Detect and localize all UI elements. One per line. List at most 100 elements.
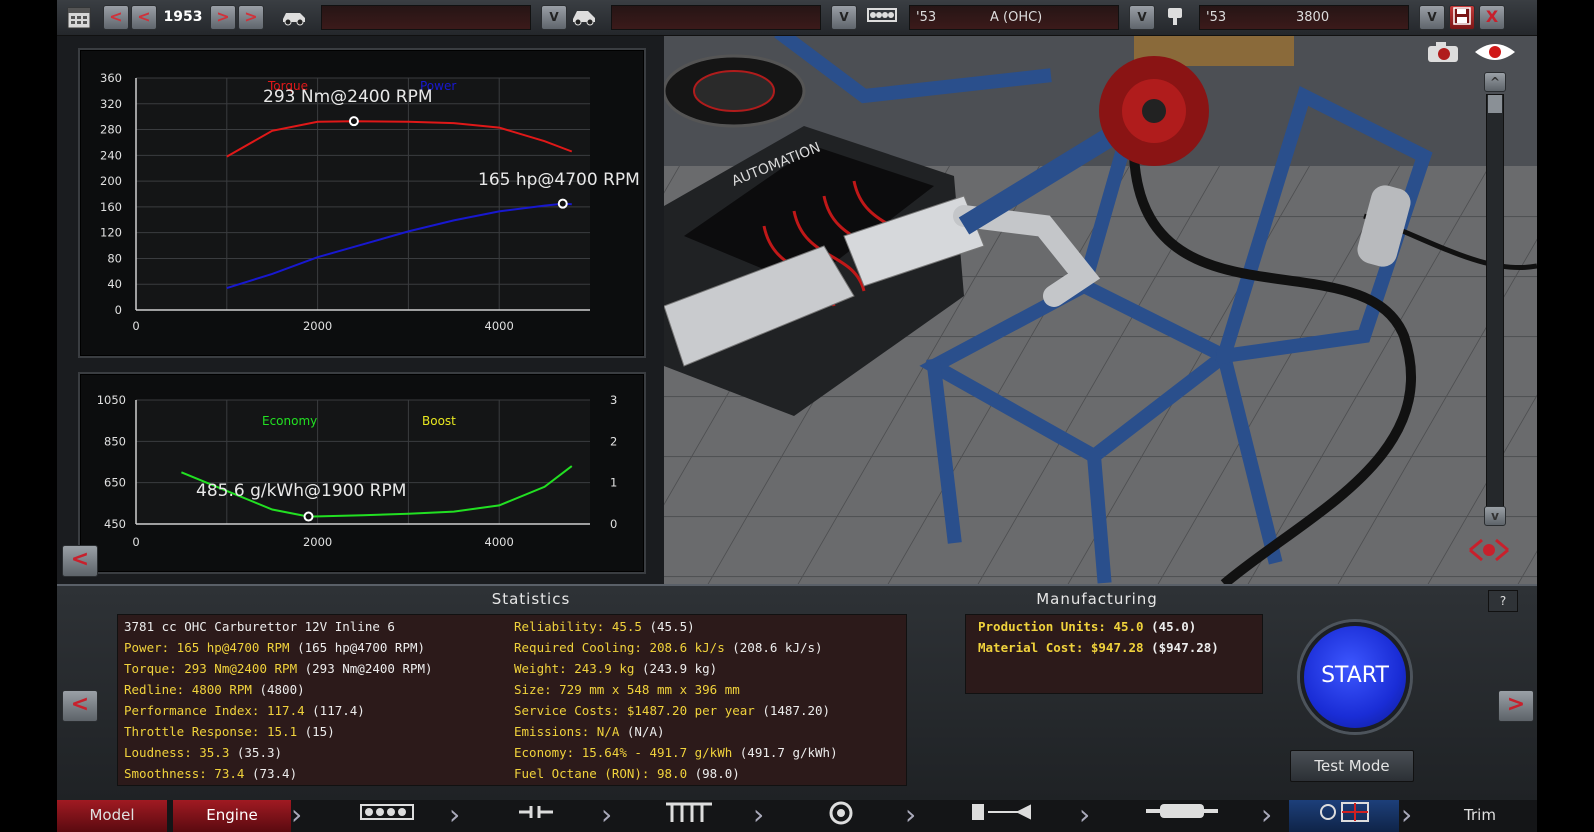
help-button[interactable]: ? bbox=[1488, 590, 1518, 612]
reset-view-icon[interactable] bbox=[1466, 534, 1512, 566]
stat-base-value: (1487.20) bbox=[754, 703, 831, 718]
stat-base-value: (35.3) bbox=[229, 745, 283, 760]
year-prev-button[interactable]: < bbox=[131, 5, 157, 30]
stat-base-value: (73.4) bbox=[244, 766, 298, 781]
model-dropdown-button[interactable]: V bbox=[541, 5, 567, 30]
tab-model[interactable]: Model bbox=[57, 800, 167, 832]
view-scrollbar[interactable] bbox=[1486, 94, 1504, 514]
tab-block-icon[interactable] bbox=[327, 800, 447, 832]
car-model-icon bbox=[279, 5, 309, 30]
statistics-header: Statistics bbox=[491, 590, 571, 608]
top-toolbar: < < 1953 > > V V '53 A (OHC) V '53 3800 … bbox=[57, 0, 1537, 36]
eye-icon[interactable] bbox=[1472, 40, 1518, 64]
y2-tick-label: 3 bbox=[610, 393, 617, 407]
stat-value: Redline: 4800 RPM bbox=[124, 682, 252, 697]
stat-value: Service Costs: $1487.20 per year bbox=[514, 703, 755, 718]
stat-value: Torque: 293 Nm@2400 RPM bbox=[124, 661, 298, 676]
chevron-right-icon: › bbox=[1079, 798, 1091, 831]
stat-line: Performance Index: 117.4 (117.4) bbox=[124, 703, 365, 718]
tab-exhaust-icon[interactable] bbox=[1107, 800, 1257, 832]
year-next-fast-button[interactable]: > bbox=[238, 5, 264, 30]
x-tick-label: 0 bbox=[132, 319, 139, 333]
tab-valvetrain-icon[interactable] bbox=[629, 800, 749, 832]
left-letterbox bbox=[0, 0, 57, 832]
camera-icon[interactable] bbox=[1424, 40, 1468, 64]
x-tick-label: 0 bbox=[132, 535, 139, 549]
stat-value: Size: 729 mm x 548 mm x 396 mm bbox=[514, 682, 740, 697]
y-tick-label: 80 bbox=[107, 251, 122, 265]
next-stats-button[interactable]: > bbox=[1498, 690, 1534, 722]
stat-base-value: (98.0) bbox=[687, 766, 740, 781]
stat-base-value: (491.7 g/kWh) bbox=[732, 745, 838, 760]
scroll-down-button[interactable]: v bbox=[1484, 506, 1506, 526]
year-prev-fast-button[interactable]: < bbox=[103, 5, 129, 30]
stat-line: Redline: 4800 RPM (4800) bbox=[124, 682, 305, 697]
stat-base-value: (45.0) bbox=[1143, 619, 1197, 634]
close-button[interactable]: X bbox=[1479, 5, 1505, 30]
y-tick-label: 120 bbox=[100, 226, 122, 240]
stat-value: Required Cooling: 208.6 kJ/s bbox=[514, 640, 725, 655]
stat-value: Performance Index: 117.4 bbox=[124, 703, 305, 718]
tab-engine[interactable]: Engine bbox=[173, 800, 291, 832]
stat-line: Fuel Octane (RON): 98.0 (98.0) bbox=[514, 766, 740, 781]
chevron-right-icon: › bbox=[1261, 798, 1273, 831]
trim-select-field[interactable] bbox=[611, 5, 821, 30]
economy-panel: 1050 850 650 450 3 2 1 0 0 2000 4000 Economy Boost… bbox=[78, 372, 646, 574]
y2-tick-label: 2 bbox=[610, 434, 617, 448]
y-tick-label: 450 bbox=[104, 517, 126, 531]
family-name: A (OHC) bbox=[990, 10, 1043, 25]
year-next-button[interactable]: > bbox=[210, 5, 236, 30]
stat-line: Size: 729 mm x 548 mm x 396 mm bbox=[514, 682, 740, 697]
tab-tuning-icon[interactable] bbox=[1289, 800, 1399, 832]
stat-value: Emissions: N/A bbox=[514, 724, 620, 739]
engine-3d-viewport[interactable]: AUTOMATION ^ v bbox=[664, 36, 1537, 584]
stat-line: Service Costs: $1487.20 per year (1487.2… bbox=[514, 703, 830, 718]
engine-family-field[interactable]: '53 A (OHC) bbox=[909, 5, 1119, 30]
y-tick-label: 360 bbox=[100, 71, 122, 85]
power-peak-marker bbox=[557, 198, 568, 209]
calendar-icon[interactable] bbox=[65, 5, 93, 30]
start-button[interactable]: START bbox=[1300, 622, 1410, 732]
stat-line: Power: 165 hp@4700 RPM (165 hp@4700 RPM) bbox=[124, 640, 425, 655]
x-tick-label: 4000 bbox=[485, 535, 514, 549]
engine-variant-field[interactable]: '53 3800 bbox=[1199, 5, 1409, 30]
tab-fuel-icon[interactable] bbox=[933, 800, 1073, 832]
y-tick-label: 40 bbox=[107, 277, 122, 291]
stat-base-value: (15) bbox=[297, 724, 335, 739]
stat-line: Required Cooling: 208.6 kJ/s (208.6 kJ/s… bbox=[514, 640, 823, 655]
tab-turbo-icon[interactable] bbox=[781, 800, 901, 832]
piston-icon bbox=[1161, 5, 1189, 30]
stat-value: Production Units: 45.0 bbox=[978, 619, 1144, 634]
economy-grid bbox=[135, 399, 590, 525]
chevron-right-icon: › bbox=[1401, 798, 1413, 831]
variant-dropdown-button[interactable]: V bbox=[1419, 5, 1445, 30]
tab-crankshaft-icon[interactable] bbox=[477, 800, 597, 832]
trim-dropdown-button[interactable]: V bbox=[831, 5, 857, 30]
y-tick-label: 200 bbox=[100, 174, 122, 188]
legend-economy: Economy bbox=[262, 414, 317, 428]
scroll-up-button[interactable]: ^ bbox=[1484, 72, 1506, 92]
test-mode-button[interactable]: Test Mode bbox=[1290, 750, 1414, 782]
chart-grid bbox=[135, 77, 590, 311]
engine-description: 3781 cc OHC Carburettor 12V Inline 6 bbox=[124, 619, 395, 634]
engine-block-icon bbox=[867, 5, 897, 30]
stat-value: Throttle Response: 15.1 bbox=[124, 724, 298, 739]
economy-chart: 1050 850 650 450 3 2 1 0 0 2000 4000 Economy Boost… bbox=[97, 393, 618, 549]
economy-peak-marker bbox=[303, 511, 314, 522]
scrollbar-thumb[interactable] bbox=[1488, 95, 1502, 113]
y-tick-label: 0 bbox=[115, 303, 122, 317]
right-letterbox bbox=[1537, 0, 1594, 832]
collapse-left-button[interactable]: < bbox=[62, 545, 98, 577]
family-dropdown-button[interactable]: V bbox=[1129, 5, 1155, 30]
stat-line: Emissions: N/A (N/A) bbox=[514, 724, 665, 739]
model-select-field[interactable] bbox=[321, 5, 531, 30]
stat-value: Smoothness: 73.4 bbox=[124, 766, 245, 781]
y-tick-label: 160 bbox=[100, 200, 122, 214]
stat-value: Fuel Octane (RON): 98.0 bbox=[514, 766, 688, 781]
stat-value: Reliability: 45.5 bbox=[514, 619, 642, 634]
save-icon[interactable] bbox=[1449, 5, 1475, 30]
stat-value: Economy: 15.64% - 491.7 g/kWh bbox=[514, 745, 733, 760]
prev-stats-button[interactable]: < bbox=[62, 690, 98, 722]
tab-trim[interactable]: Trim bbox=[1423, 800, 1537, 832]
y-tick-label: 850 bbox=[104, 434, 126, 448]
